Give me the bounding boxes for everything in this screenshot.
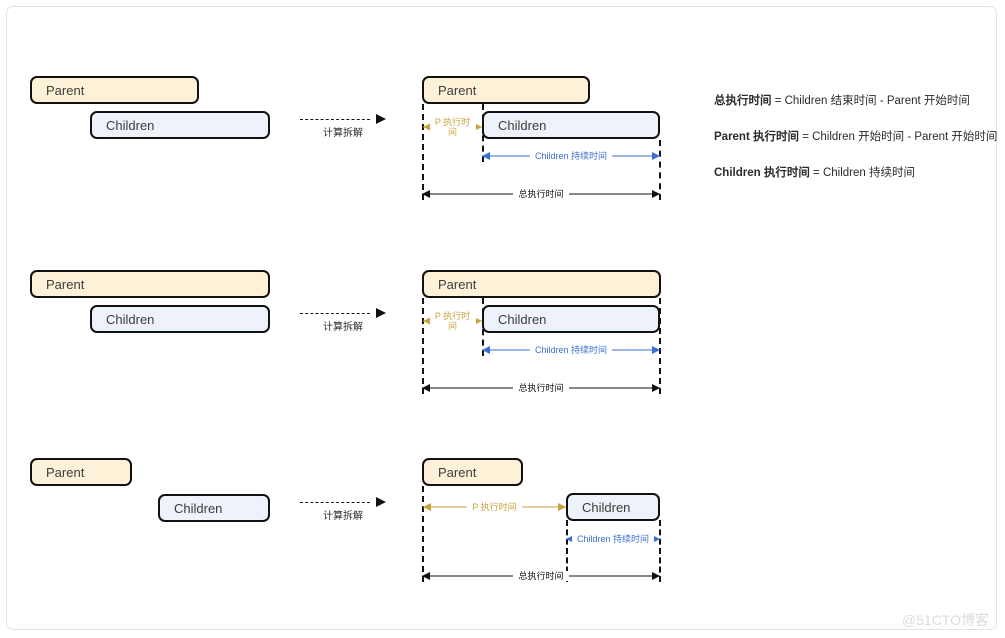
row3-left-children-box: Children bbox=[158, 494, 270, 522]
row2-children-duration-label: Children 持续时间 bbox=[529, 345, 613, 355]
formula-1-rhs: = Children 开始时间 - Parent 开始时间 bbox=[799, 131, 998, 143]
watermark: @51CTO博客 bbox=[901, 612, 989, 628]
row2-left-parent-label: Parent bbox=[46, 276, 85, 292]
arrow-right-icon bbox=[376, 114, 386, 124]
row1-transition-line bbox=[300, 119, 370, 120]
formula-parent-exec-time: Parent 执行时间 = Children 开始时间 - Parent 开始时… bbox=[714, 128, 997, 144]
row1-children-duration-label: Children 持续时间 bbox=[529, 151, 613, 161]
arrow-right-icon bbox=[652, 152, 660, 160]
row1-left-parent-box: Parent bbox=[30, 76, 199, 104]
row1-left-parent-label: Parent bbox=[46, 82, 85, 98]
row1-p-exec-time-label: P 执行时间 bbox=[429, 117, 476, 137]
row2-right-parent-label: Parent bbox=[438, 276, 477, 292]
row1-left-children-box: Children bbox=[90, 111, 270, 139]
row1-right-parent-box: Parent bbox=[422, 76, 590, 104]
row3-p-exec-time-label: P 执行时间 bbox=[467, 502, 522, 512]
arrow-right-icon bbox=[558, 503, 566, 511]
row2-transition-line bbox=[300, 313, 370, 314]
formula-block: 总执行时间 = Children 结束时间 - Parent 开始时间 Pare… bbox=[714, 92, 997, 200]
row2-total-exec-time-label: 总执行时间 bbox=[513, 383, 569, 393]
row2-left-parent-box: Parent bbox=[30, 270, 270, 298]
formula-total-exec-time: 总执行时间 = Children 结束时间 - Parent 开始时间 bbox=[714, 92, 984, 108]
row3-left-children-label: Children bbox=[174, 500, 223, 516]
row3-children-duration-arrow: Children 持续时间 bbox=[566, 531, 660, 547]
row2-p-exec-time-arrow: P 执行时间 bbox=[423, 310, 482, 332]
row3-total-exec-time-arrow: 总执行时间 bbox=[422, 568, 660, 584]
row1-children-duration-arrow: Children 持续时间 bbox=[482, 148, 660, 164]
arrow-left-icon bbox=[422, 190, 430, 198]
row3-transition: 计算拆解 bbox=[300, 493, 386, 523]
formula-children-exec-time: Children 执行时间 = Children 持续时间 bbox=[714, 164, 984, 180]
row3-transition-line bbox=[300, 502, 370, 503]
row3-transition-label: 计算拆解 bbox=[323, 511, 363, 522]
row1-transition-label: 计算拆解 bbox=[323, 128, 363, 139]
arrow-left-icon bbox=[422, 572, 430, 580]
row2-left-children-label: Children bbox=[106, 311, 155, 327]
row3-children-duration-label: Children 持续时间 bbox=[571, 534, 655, 544]
formula-2-lhs: Children 执行时间 bbox=[714, 167, 810, 179]
formula-2-rhs: = Children 持续时间 bbox=[809, 167, 915, 179]
diagram-page: Parent Children 计算拆解 Parent Children P 执… bbox=[0, 0, 1005, 638]
row1-right-parent-label: Parent bbox=[438, 82, 477, 98]
arrow-left-icon bbox=[482, 346, 490, 354]
row1-total-exec-time-arrow: 总执行时间 bbox=[422, 186, 660, 202]
row1-p-exec-time-arrow: P 执行时间 bbox=[423, 116, 482, 138]
row2-transition: 计算拆解 bbox=[300, 304, 386, 334]
row3-total-exec-time-label: 总执行时间 bbox=[513, 571, 569, 581]
row1-transition: 计算拆解 bbox=[300, 110, 386, 140]
arrow-right-icon bbox=[652, 384, 660, 392]
row2-children-duration-arrow: Children 持续时间 bbox=[482, 342, 660, 358]
row3-right-parent-box: Parent bbox=[422, 458, 523, 486]
arrow-right-icon bbox=[652, 346, 660, 354]
arrow-right-icon bbox=[376, 308, 386, 318]
arrow-right-icon bbox=[376, 497, 386, 507]
formula-0-lhs: 总执行时间 bbox=[714, 95, 772, 107]
row2-transition-label: 计算拆解 bbox=[323, 322, 363, 333]
row3-left-parent-box: Parent bbox=[30, 458, 132, 486]
row2-right-parent-box: Parent bbox=[422, 270, 661, 298]
row1-left-children-label: Children bbox=[106, 117, 155, 133]
row3-left-parent-label: Parent bbox=[46, 464, 85, 480]
row1-right-children-label: Children bbox=[498, 117, 547, 133]
arrow-right-icon bbox=[652, 572, 660, 580]
row3-p-exec-time-arrow: P 执行时间 bbox=[423, 499, 566, 515]
formula-0-rhs: = Children 结束时间 - Parent 开始时间 bbox=[771, 95, 970, 107]
row2-right-children-box: Children bbox=[482, 305, 660, 333]
arrow-left-icon bbox=[422, 384, 430, 392]
arrow-left-icon bbox=[482, 152, 490, 160]
arrow-right-icon bbox=[652, 190, 660, 198]
formula-1-lhs: Parent 执行时间 bbox=[714, 131, 799, 143]
row3-right-children-label: Children bbox=[582, 499, 631, 515]
row3-right-children-box: Children bbox=[566, 493, 660, 521]
row2-left-children-box: Children bbox=[90, 305, 270, 333]
row3-right-parent-label: Parent bbox=[438, 464, 477, 480]
row1-total-exec-time-label: 总执行时间 bbox=[513, 189, 569, 199]
row1-right-children-box: Children bbox=[482, 111, 660, 139]
arrow-left-icon bbox=[423, 503, 431, 511]
row2-total-exec-time-arrow: 总执行时间 bbox=[422, 380, 660, 396]
row2-right-children-label: Children bbox=[498, 311, 547, 327]
row2-p-exec-time-label: P 执行时间 bbox=[429, 311, 476, 331]
